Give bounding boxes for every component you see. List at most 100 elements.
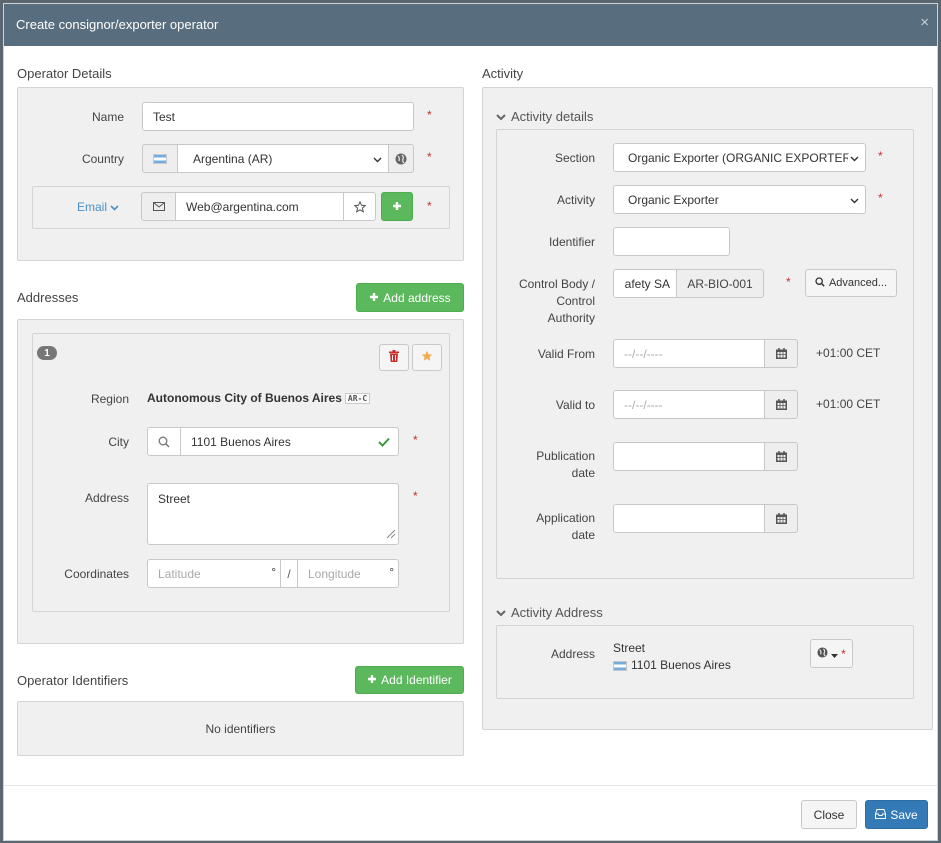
- close-icon[interactable]: ×: [920, 14, 929, 31]
- search-icon: [147, 427, 181, 456]
- required-mark: *: [878, 191, 883, 205]
- activity-address-title: Activity Address: [511, 605, 603, 620]
- section-label: Section: [554, 151, 595, 165]
- application-date-input[interactable]: [613, 504, 765, 533]
- envelope-icon: [141, 192, 176, 221]
- calendar-icon[interactable]: [764, 442, 798, 471]
- section-select[interactable]: Organic Exporter (ORGANIC EXPORTER: [613, 143, 866, 172]
- email-row: Email Web@argentina.com *: [32, 186, 450, 229]
- required-mark: *: [427, 199, 432, 213]
- close-button[interactable]: Close: [801, 800, 857, 829]
- footer-divider: [4, 785, 937, 786]
- calendar-icon[interactable]: [764, 390, 798, 419]
- country-select[interactable]: Argentina (AR): [177, 144, 389, 173]
- valid-from-placeholder: --/--/----: [624, 346, 663, 361]
- required-mark: *: [427, 108, 432, 122]
- advanced-search-button[interactable]: Advanced...: [805, 269, 897, 297]
- longitude-input[interactable]: Longitude °: [297, 559, 399, 588]
- operator-details-panel: Name Test * Country Argentina (AR) * Ema…: [17, 87, 464, 261]
- plus-icon: [392, 200, 402, 214]
- chevron-down-icon: [496, 605, 506, 620]
- country-flag-addon: [142, 144, 178, 173]
- add-identifier-button[interactable]: Add Identifier: [355, 666, 464, 694]
- address-textarea[interactable]: Street: [147, 483, 399, 545]
- caret-down-icon: [831, 647, 839, 661]
- calendar-icon[interactable]: [764, 504, 798, 533]
- operator-details-title: Operator Details: [17, 66, 112, 81]
- publication-date-input[interactable]: [613, 442, 765, 471]
- valid-to-placeholder: --/--/----: [624, 397, 663, 412]
- coordinates-label: Coordinates: [64, 567, 129, 581]
- control-body-label-line-1: Control Body /: [518, 277, 595, 291]
- city-value: 1101 Buenos Aires: [191, 434, 291, 449]
- activity-address-label: Address: [550, 647, 595, 661]
- region-name: Autonomous City of Buenos Aires: [147, 391, 342, 405]
- control-body-label: Control Body / Control Authority: [497, 276, 595, 327]
- application-label-line-1: Application: [536, 511, 595, 525]
- add-address-button[interactable]: Add address: [356, 283, 464, 312]
- identifiers-panel: No identifiers: [17, 701, 464, 756]
- add-identifier-label: Add Identifier: [381, 673, 452, 687]
- activity-select[interactable]: Organic Exporter: [613, 185, 866, 214]
- chevron-down-icon: [848, 153, 859, 164]
- latitude-input[interactable]: Latitude °: [147, 559, 281, 588]
- delete-address-button[interactable]: [379, 344, 409, 371]
- globe-icon[interactable]: [388, 144, 414, 173]
- check-icon: [378, 436, 390, 450]
- latitude-placeholder: Latitude: [158, 566, 201, 581]
- email-input[interactable]: Web@argentina.com: [175, 192, 344, 221]
- activity-address-city-row: 1101 Buenos Aires: [613, 657, 731, 674]
- address-label: Address: [84, 491, 129, 505]
- add-email-button[interactable]: [381, 192, 413, 221]
- create-operator-modal: Create consignor/exporter operator × Ope…: [3, 3, 938, 841]
- resize-handle-icon[interactable]: [386, 528, 396, 542]
- application-date-label: Application date: [497, 510, 595, 544]
- activity-address-street: Street: [613, 641, 646, 655]
- address-source-dropdown[interactable]: *: [810, 639, 853, 668]
- required-mark: *: [841, 646, 846, 661]
- activity-details-box: Section Organic Exporter (ORGANIC EXPORT…: [496, 129, 914, 579]
- longitude-placeholder: Longitude: [308, 566, 361, 581]
- activity-panel: Activity details Section Organic Exporte…: [482, 87, 933, 730]
- identifier-input[interactable]: [613, 227, 730, 256]
- required-mark: *: [413, 433, 418, 447]
- activity-address-city: 1101 Buenos Aires: [631, 658, 731, 672]
- add-address-label: Add address: [383, 290, 451, 305]
- argentina-flag-icon: [153, 153, 167, 164]
- name-input[interactable]: Test: [142, 102, 414, 131]
- valid-to-input[interactable]: --/--/----: [613, 390, 765, 419]
- required-mark: *: [878, 149, 883, 163]
- save-button[interactable]: Save: [865, 800, 928, 829]
- star-outline-icon[interactable]: [343, 192, 376, 221]
- activity-address-toggle[interactable]: Activity Address: [496, 605, 603, 620]
- coordinate-separator: /: [280, 559, 298, 588]
- plus-icon: [367, 673, 377, 687]
- calendar-icon[interactable]: [764, 339, 798, 368]
- publication-date-label: Publication date: [497, 448, 595, 482]
- country-label: Country: [81, 152, 124, 166]
- control-body-input[interactable]: afety SA: [613, 269, 677, 298]
- email-type-label: Email: [77, 200, 108, 214]
- control-body-code: AR-BIO-001: [676, 269, 764, 298]
- control-body-label-line-3: Authority: [547, 311, 595, 325]
- email-type-dropdown[interactable]: Email: [77, 200, 119, 214]
- region-value: Autonomous City of Buenos Aires AR-C: [147, 391, 371, 405]
- section-select-value: Organic Exporter (ORGANIC EXPORTER: [628, 150, 852, 165]
- address-index-badge: 1: [37, 346, 57, 360]
- city-input[interactable]: 1101 Buenos Aires: [180, 427, 399, 456]
- chevron-down-icon: [110, 200, 119, 214]
- required-mark: *: [413, 489, 418, 503]
- publication-label-line-1: Publication: [536, 449, 595, 463]
- star-icon: [421, 350, 433, 365]
- chevron-down-icon: [373, 155, 382, 165]
- plus-icon: [369, 291, 379, 305]
- primary-address-button[interactable]: [412, 344, 442, 371]
- chevron-down-icon: [496, 109, 506, 124]
- argentina-flag-icon: [613, 660, 627, 671]
- addresses-title: Addresses: [17, 290, 79, 305]
- chevron-down-icon: [850, 196, 859, 206]
- activity-details-toggle[interactable]: Activity details: [496, 109, 593, 124]
- identifier-label: Identifier: [548, 235, 595, 249]
- valid-from-input[interactable]: --/--/----: [613, 339, 765, 368]
- search-icon: [815, 276, 825, 290]
